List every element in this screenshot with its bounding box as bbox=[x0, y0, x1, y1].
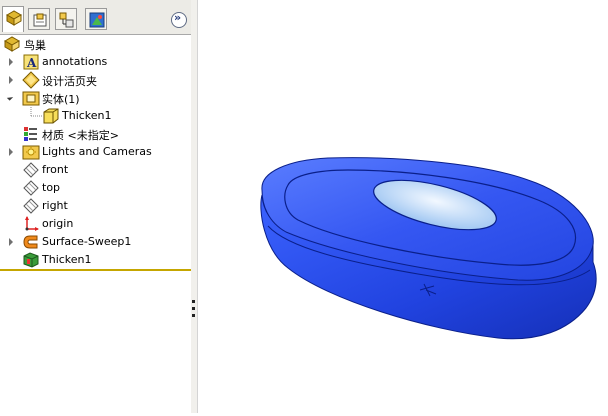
splitter-grip-dot bbox=[192, 314, 195, 317]
rollback-bar[interactable] bbox=[0, 269, 191, 271]
tree-item-origin[interactable]: origin bbox=[0, 215, 191, 233]
part-icon bbox=[3, 36, 21, 52]
double-chevron-right-icon: » bbox=[174, 11, 182, 24]
expand-arrow-icon[interactable] bbox=[9, 58, 13, 66]
configuration-manager-icon bbox=[59, 12, 74, 28]
tree-item-label: Lights and Cameras bbox=[42, 145, 152, 158]
tree-item-label: Thicken1 bbox=[42, 253, 92, 266]
model-view[interactable] bbox=[198, 0, 608, 413]
plane-icon bbox=[23, 162, 39, 178]
tab-property-manager[interactable] bbox=[28, 8, 50, 30]
tree-item-label: origin bbox=[42, 217, 74, 230]
tree-item-material[interactable]: 材质 <未指定> bbox=[0, 125, 191, 143]
thicken-feature-icon bbox=[23, 252, 39, 268]
expand-arrow-icon[interactable] bbox=[9, 148, 13, 156]
tree-item-label: 材质 <未指定> bbox=[42, 129, 119, 142]
part-name: 鸟巢 bbox=[24, 39, 46, 52]
tree-item-thicken1[interactable]: Thicken1 bbox=[0, 251, 191, 269]
property-manager-icon bbox=[33, 13, 47, 27]
tree-item-surface-sweep1[interactable]: Surface-Sweep1 bbox=[0, 233, 191, 251]
tab-display-manager[interactable] bbox=[85, 8, 107, 30]
material-icon bbox=[24, 127, 37, 141]
solid-bodies-folder-icon bbox=[22, 91, 40, 106]
design-binder-icon bbox=[22, 71, 40, 89]
manager-tab-strip: » bbox=[0, 0, 191, 35]
tree-item-lights-cameras[interactable]: Lights and Cameras bbox=[0, 143, 191, 161]
graphics-area[interactable] bbox=[198, 0, 608, 413]
expand-arrow-icon[interactable] bbox=[9, 238, 13, 246]
tree-item-label: top bbox=[42, 181, 61, 194]
tree-item-plane-top[interactable]: top bbox=[0, 179, 191, 197]
tree-item-body-thicken1[interactable]: Thicken1 bbox=[0, 107, 191, 125]
tree-item-solid-bodies[interactable]: 实体(1) bbox=[0, 89, 191, 107]
tree-item-label: 实体(1) bbox=[42, 93, 80, 106]
tree-item-plane-right[interactable]: right bbox=[0, 197, 191, 215]
collapse-arrow-icon[interactable] bbox=[6, 94, 14, 101]
tree-connector-line bbox=[30, 107, 42, 117]
feature-manager-panel: » 鸟巢 A annotations 设计活页夹 实体(1) Thicken1 … bbox=[0, 0, 192, 413]
origin-icon bbox=[25, 216, 39, 231]
lights-cameras-icon bbox=[22, 145, 40, 160]
annotations-icon: A bbox=[23, 54, 39, 70]
tree-item-label: 设计活页夹 bbox=[42, 75, 97, 88]
tree-root-part[interactable]: 鸟巢 bbox=[0, 35, 191, 53]
expand-arrow-icon[interactable] bbox=[9, 76, 13, 84]
tab-configuration-manager[interactable] bbox=[55, 8, 77, 30]
collapse-panel-button[interactable]: » bbox=[171, 11, 187, 28]
tree-item-plane-front[interactable]: front bbox=[0, 161, 191, 179]
splitter-grip-dot bbox=[192, 300, 195, 303]
tree-item-label: Thicken1 bbox=[62, 109, 112, 122]
feature-tree-icon bbox=[5, 10, 23, 26]
plane-icon bbox=[23, 180, 39, 196]
tree-item-label: Surface-Sweep1 bbox=[42, 235, 132, 248]
plane-icon bbox=[23, 198, 39, 214]
splitter-grip-dot bbox=[192, 307, 195, 310]
tree-item-annotations[interactable]: A annotations bbox=[0, 53, 191, 71]
display-manager-icon bbox=[89, 12, 105, 28]
svg-text:A: A bbox=[26, 56, 37, 70]
tree-item-label: annotations bbox=[42, 55, 108, 68]
tree-item-design-binder[interactable]: 设计活页夹 bbox=[0, 71, 191, 89]
solid-body-icon bbox=[43, 108, 59, 124]
tab-feature-manager[interactable] bbox=[2, 6, 24, 32]
feature-tree: 鸟巢 A annotations 设计活页夹 实体(1) Thicken1 材质… bbox=[0, 35, 191, 269]
tree-item-label: right bbox=[42, 199, 68, 212]
panel-splitter[interactable] bbox=[191, 0, 198, 413]
tree-item-label: front bbox=[42, 163, 69, 176]
surface-sweep-icon bbox=[23, 235, 38, 249]
